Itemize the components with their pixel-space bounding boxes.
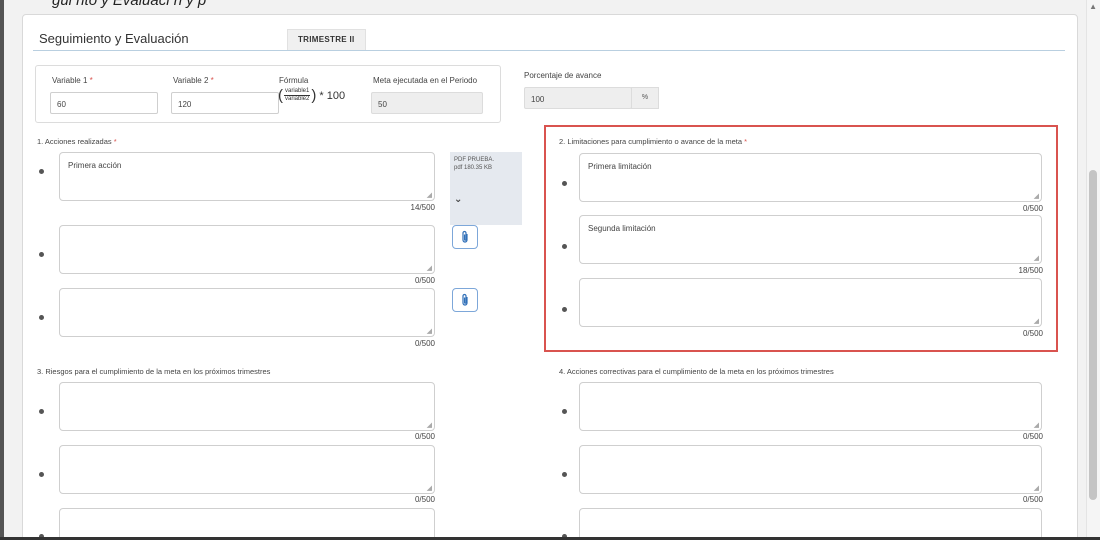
char-counter: 0/500 — [1022, 495, 1043, 504]
seguimiento-panel: Seguimiento y Evaluación TRIMESTRE II Va… — [22, 14, 1078, 540]
riesgo-textarea-2[interactable]: ◢ — [59, 445, 435, 494]
char-counter: 0/500 — [414, 276, 435, 285]
scroll-up-icon[interactable]: ▲ — [1089, 2, 1097, 11]
scrollbar-thumb[interactable] — [1089, 170, 1097, 500]
porcentaje-label: Porcentaje de avance — [524, 71, 602, 80]
correctivas-label: 4. Acciones correctivas para el cumplimi… — [559, 367, 834, 376]
char-counter: 14/500 — [410, 203, 435, 212]
highlight-box — [544, 125, 1058, 352]
resize-grip-icon[interactable]: ◢ — [1034, 485, 1039, 492]
attach-file-button[interactable] — [452, 288, 478, 312]
formula-expression: ( variable1 variable2 ) * 100 — [278, 87, 346, 104]
vertical-scrollbar[interactable]: ▲ — [1086, 0, 1100, 540]
char-counter: 0/500 — [414, 432, 435, 441]
tab-trimestre-ii[interactable]: TRIMESTRE II — [287, 29, 366, 51]
variable2-input[interactable]: 120 — [171, 92, 279, 114]
section-title: Seguimiento y Evaluación — [39, 31, 189, 46]
attached-file-name: PDF PRUEBA.pdf 180.35 KB — [454, 157, 495, 171]
textarea-text: Primera acción — [68, 161, 122, 170]
accion-textarea-2[interactable]: ◢ — [59, 225, 435, 274]
list-bullet — [562, 472, 567, 477]
acciones-label: 1. Acciones realizadas * — [37, 137, 117, 146]
char-counter: 0/500 — [1022, 432, 1043, 441]
porcentaje-input: 100 — [524, 87, 632, 109]
resize-grip-icon[interactable]: ◢ — [427, 192, 432, 199]
meta-input: 50 — [371, 92, 483, 114]
resize-grip-icon[interactable]: ◢ — [427, 422, 432, 429]
attach-file-button[interactable] — [452, 225, 478, 249]
correctiva-textarea-2[interactable]: ◢ — [579, 445, 1042, 494]
list-bullet — [39, 409, 44, 414]
meta-label: Meta ejecutada en el Periodo — [373, 76, 478, 85]
char-counter: 0/500 — [414, 339, 435, 348]
correctiva-textarea-1[interactable]: ◢ — [579, 382, 1042, 431]
list-bullet — [39, 472, 44, 477]
attached-file-card[interactable]: PDF PRUEBA.pdf 180.35 KB ⌄ — [450, 152, 522, 225]
percent-suffix: % — [631, 87, 659, 109]
formula-tail: * 100 — [319, 89, 346, 102]
list-bullet — [562, 409, 567, 414]
list-bullet — [39, 315, 44, 320]
paperclip-icon — [462, 293, 468, 306]
resize-grip-icon[interactable]: ◢ — [1034, 422, 1039, 429]
list-bullet — [39, 169, 44, 174]
accion-textarea-1[interactable]: Primera acción ◢ — [59, 152, 435, 201]
section-divider — [33, 50, 1065, 51]
list-bullet — [39, 252, 44, 257]
window-left-edge — [0, 0, 4, 540]
char-counter: 0/500 — [414, 495, 435, 504]
accion-textarea-3[interactable]: ◢ — [59, 288, 435, 337]
riesgo-textarea-3[interactable] — [59, 508, 435, 540]
top-caption: gui nto y Evaluaci n y p — [52, 0, 207, 9]
formula-denominator: variable2 — [285, 96, 310, 102]
paperclip-icon — [462, 230, 468, 243]
resize-grip-icon[interactable]: ◢ — [427, 328, 432, 335]
riesgos-label: 3. Riesgos para el cumplimiento de la me… — [37, 367, 271, 376]
correctiva-textarea-3[interactable] — [579, 508, 1042, 540]
resize-grip-icon[interactable]: ◢ — [427, 485, 432, 492]
resize-grip-icon[interactable]: ◢ — [427, 265, 432, 272]
riesgo-textarea-1[interactable]: ◢ — [59, 382, 435, 431]
variable1-input[interactable]: 60 — [50, 92, 158, 114]
variable1-label: Variable 1 * — [52, 76, 93, 85]
formula-label: Fórmula — [279, 76, 309, 85]
variable2-label: Variable 2 * — [173, 76, 214, 85]
formula-numerator: variable1 — [284, 88, 311, 96]
chevron-down-icon[interactable]: ⌄ — [454, 194, 462, 205]
